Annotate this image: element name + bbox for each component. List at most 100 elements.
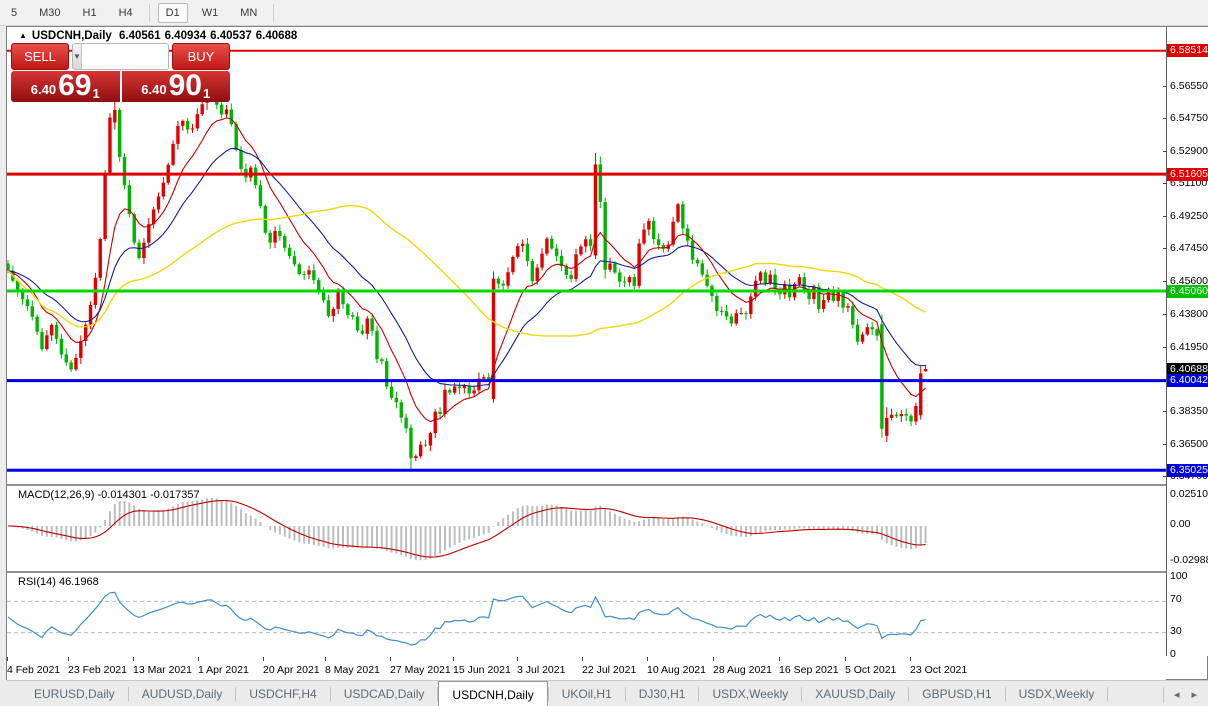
price-tick — [1163, 248, 1167, 250]
date-label: 10 Aug 2021 — [647, 664, 706, 676]
tab-gbpusd-h1[interactable]: GBPUSD,H1 — [909, 681, 1004, 706]
price-tick-label: 6.54750 — [1170, 111, 1208, 124]
price-badge: 6.35025 — [1167, 463, 1208, 477]
trading-terminal: 5 M30 H1 H4 D1 W1 MN ▲ USDCNH,Daily 6.405… — [0, 0, 1208, 706]
tabs-scroll-right-icon[interactable]: ▸ — [1185, 688, 1203, 701]
toolbar-separator — [273, 3, 275, 22]
tab-eurusd-daily[interactable]: EURUSD,Daily — [21, 681, 128, 706]
volume-stepper: ▼ ▲ — [72, 43, 169, 70]
price-tick — [1163, 151, 1167, 152]
macd-label: MACD(12,26,9) -0.014301 -0.017357 — [18, 489, 200, 501]
price-tick-label: 6.43800 — [1170, 307, 1208, 320]
price-axis: 6.56550 6.54750 6.52900 6.51100 6.49250 6.474… — [1163, 27, 1208, 660]
collapse-triangle-icon[interactable]: ▲ — [19, 31, 27, 40]
timeframe-toolbar: 5 M30 H1 H4 D1 W1 MN — [0, 0, 1208, 26]
macd-axis-label: -0.02988 — [1170, 553, 1208, 566]
date-label: 27 May 2021 — [390, 664, 451, 676]
price-tick-label: 6.49250 — [1170, 210, 1208, 223]
date-tick — [713, 657, 714, 661]
price-badge: 6.58514 — [1167, 44, 1208, 58]
sell-price-pips: 69 — [58, 71, 92, 102]
tab-arrows-separator — [1162, 686, 1164, 703]
chart-symbol-period: USDCNH,Daily — [31, 30, 112, 42]
date-label: 20 Apr 2021 — [263, 664, 320, 676]
tab-usdx-weekly[interactable]: USDX,Weekly — [699, 681, 801, 706]
price-badge: 6.45060 — [1167, 284, 1208, 298]
rsi-pane[interactable]: RSI(14) 46.1968 — [7, 571, 1166, 656]
price-tick — [1163, 85, 1167, 87]
timeframe-button-d1[interactable]: D1 — [157, 2, 188, 23]
ohlc-open: 6.40561 — [119, 30, 161, 42]
macd-axis-label: 0.025108 — [1170, 487, 1208, 500]
tab-usdcad-daily[interactable]: USDCAD,Daily — [331, 681, 438, 706]
tab-separator — [1107, 687, 1109, 701]
date-tick — [325, 657, 326, 661]
date-label: 5 Oct 2021 — [845, 664, 897, 676]
timeframe-button-mn[interactable]: MN — [232, 3, 265, 23]
date-tick — [582, 657, 583, 661]
macd-values: -0.014301 -0.017357 — [97, 489, 200, 501]
sell-price-display[interactable]: 6.40 69 1 — [11, 71, 122, 102]
timeframe-button-w1[interactable]: W1 — [194, 3, 227, 23]
date-label: 28 Aug 2021 — [713, 664, 772, 676]
toolbar-separator — [148, 3, 150, 22]
price-tick — [1163, 117, 1167, 119]
volume-decrease-icon[interactable]: ▼ — [73, 44, 81, 69]
date-tick — [133, 657, 134, 661]
date-label: 22 Jul 2021 — [582, 664, 637, 676]
date-label: 23 Feb 2021 — [68, 664, 127, 676]
rsi-axis-label: 100 — [1170, 570, 1188, 582]
buy-price-display[interactable]: 6.40 90 1 — [122, 71, 231, 102]
price-tick — [1163, 443, 1167, 445]
price-badge: 6.40042 — [1167, 374, 1208, 388]
date-tick — [390, 657, 391, 661]
date-label: 8 May 2021 — [325, 664, 380, 676]
timeframe-button-m5[interactable]: 5 — [3, 3, 25, 23]
tab-ukoil-h1[interactable]: UKOil,H1 — [549, 681, 625, 706]
buy-price-base: 6.40 — [141, 82, 167, 97]
date-tick — [910, 657, 911, 661]
rsi-axis-label: 70 — [1170, 593, 1182, 606]
tab-usdx-weekly[interactable]: USDX,Weekly — [1006, 681, 1108, 706]
date-tick — [517, 657, 518, 661]
tab-usdchf-h4[interactable]: USDCHF,H4 — [236, 681, 329, 706]
date-label: 16 Sep 2021 — [779, 664, 839, 676]
timeframe-button-h4[interactable]: H4 — [111, 3, 141, 23]
timeframe-button-h1[interactable]: H1 — [75, 3, 105, 23]
ohlc-close: 6.40688 — [255, 30, 298, 42]
price-badge: 6.51605 — [1167, 167, 1208, 181]
one-click-trade-widget: SELL ▼ ▲ BUY 6.40 69 1 6.40 — [11, 43, 230, 102]
macd-axis-label: 0.00 — [1170, 518, 1191, 530]
date-tick — [647, 657, 648, 661]
tab-dj30-h1[interactable]: DJ30,H1 — [626, 681, 699, 706]
date-tick — [453, 657, 454, 661]
tab-audusd-daily[interactable]: AUDUSD,Daily — [129, 681, 236, 706]
volume-input[interactable] — [80, 44, 168, 69]
macd-pane[interactable]: MACD(12,26,9) -0.014301 -0.017357 — [7, 484, 1166, 569]
buy-button[interactable]: BUY — [172, 43, 230, 70]
tab-xauusd-daily[interactable]: XAUUSD,Daily — [802, 681, 908, 706]
buy-price-pips: 90 — [168, 71, 202, 102]
rsi-label: RSI(14) 46.1968 — [18, 576, 99, 588]
timeframe-button-m30[interactable]: M30 — [31, 3, 68, 23]
macd-name: MACD(12,26,9) — [18, 489, 95, 501]
price-tick-label: 6.47450 — [1170, 242, 1208, 255]
price-tick — [1163, 313, 1167, 315]
date-tick — [68, 657, 69, 661]
ohlc-high: 6.40934 — [164, 30, 207, 42]
date-tick — [198, 657, 199, 661]
price-tick-label: 6.56550 — [1170, 79, 1208, 92]
rsi-name: RSI(14) — [18, 576, 56, 588]
date-label: 15 Jun 2021 — [453, 664, 511, 676]
main-chart-pane[interactable]: ▲ USDCNH,Daily 6.40561 6.40934 6.40537 6.406… — [7, 27, 1166, 483]
chart-window: ▲ USDCNH,Daily 6.40561 6.40934 6.40537 6.406… — [6, 26, 1208, 706]
tab-usdcnh-daily[interactable]: USDCNH,Daily — [438, 681, 548, 706]
tabs-scroll-left-icon[interactable]: ◂ — [1168, 688, 1186, 701]
rsi-value: 46.1968 — [58, 576, 99, 588]
chart-tab-bar: EURUSD,Daily AUDUSD,Daily USDCHF,H4 USDCAD,… — [7, 680, 1208, 706]
tab-scroll-arrows: ◂ ▸ — [1162, 681, 1203, 706]
sell-button[interactable]: SELL — [11, 43, 69, 70]
date-label: 13 Mar 2021 — [133, 664, 192, 676]
date-tick — [263, 657, 264, 661]
price-tick-label: 6.41950 — [1170, 340, 1208, 353]
